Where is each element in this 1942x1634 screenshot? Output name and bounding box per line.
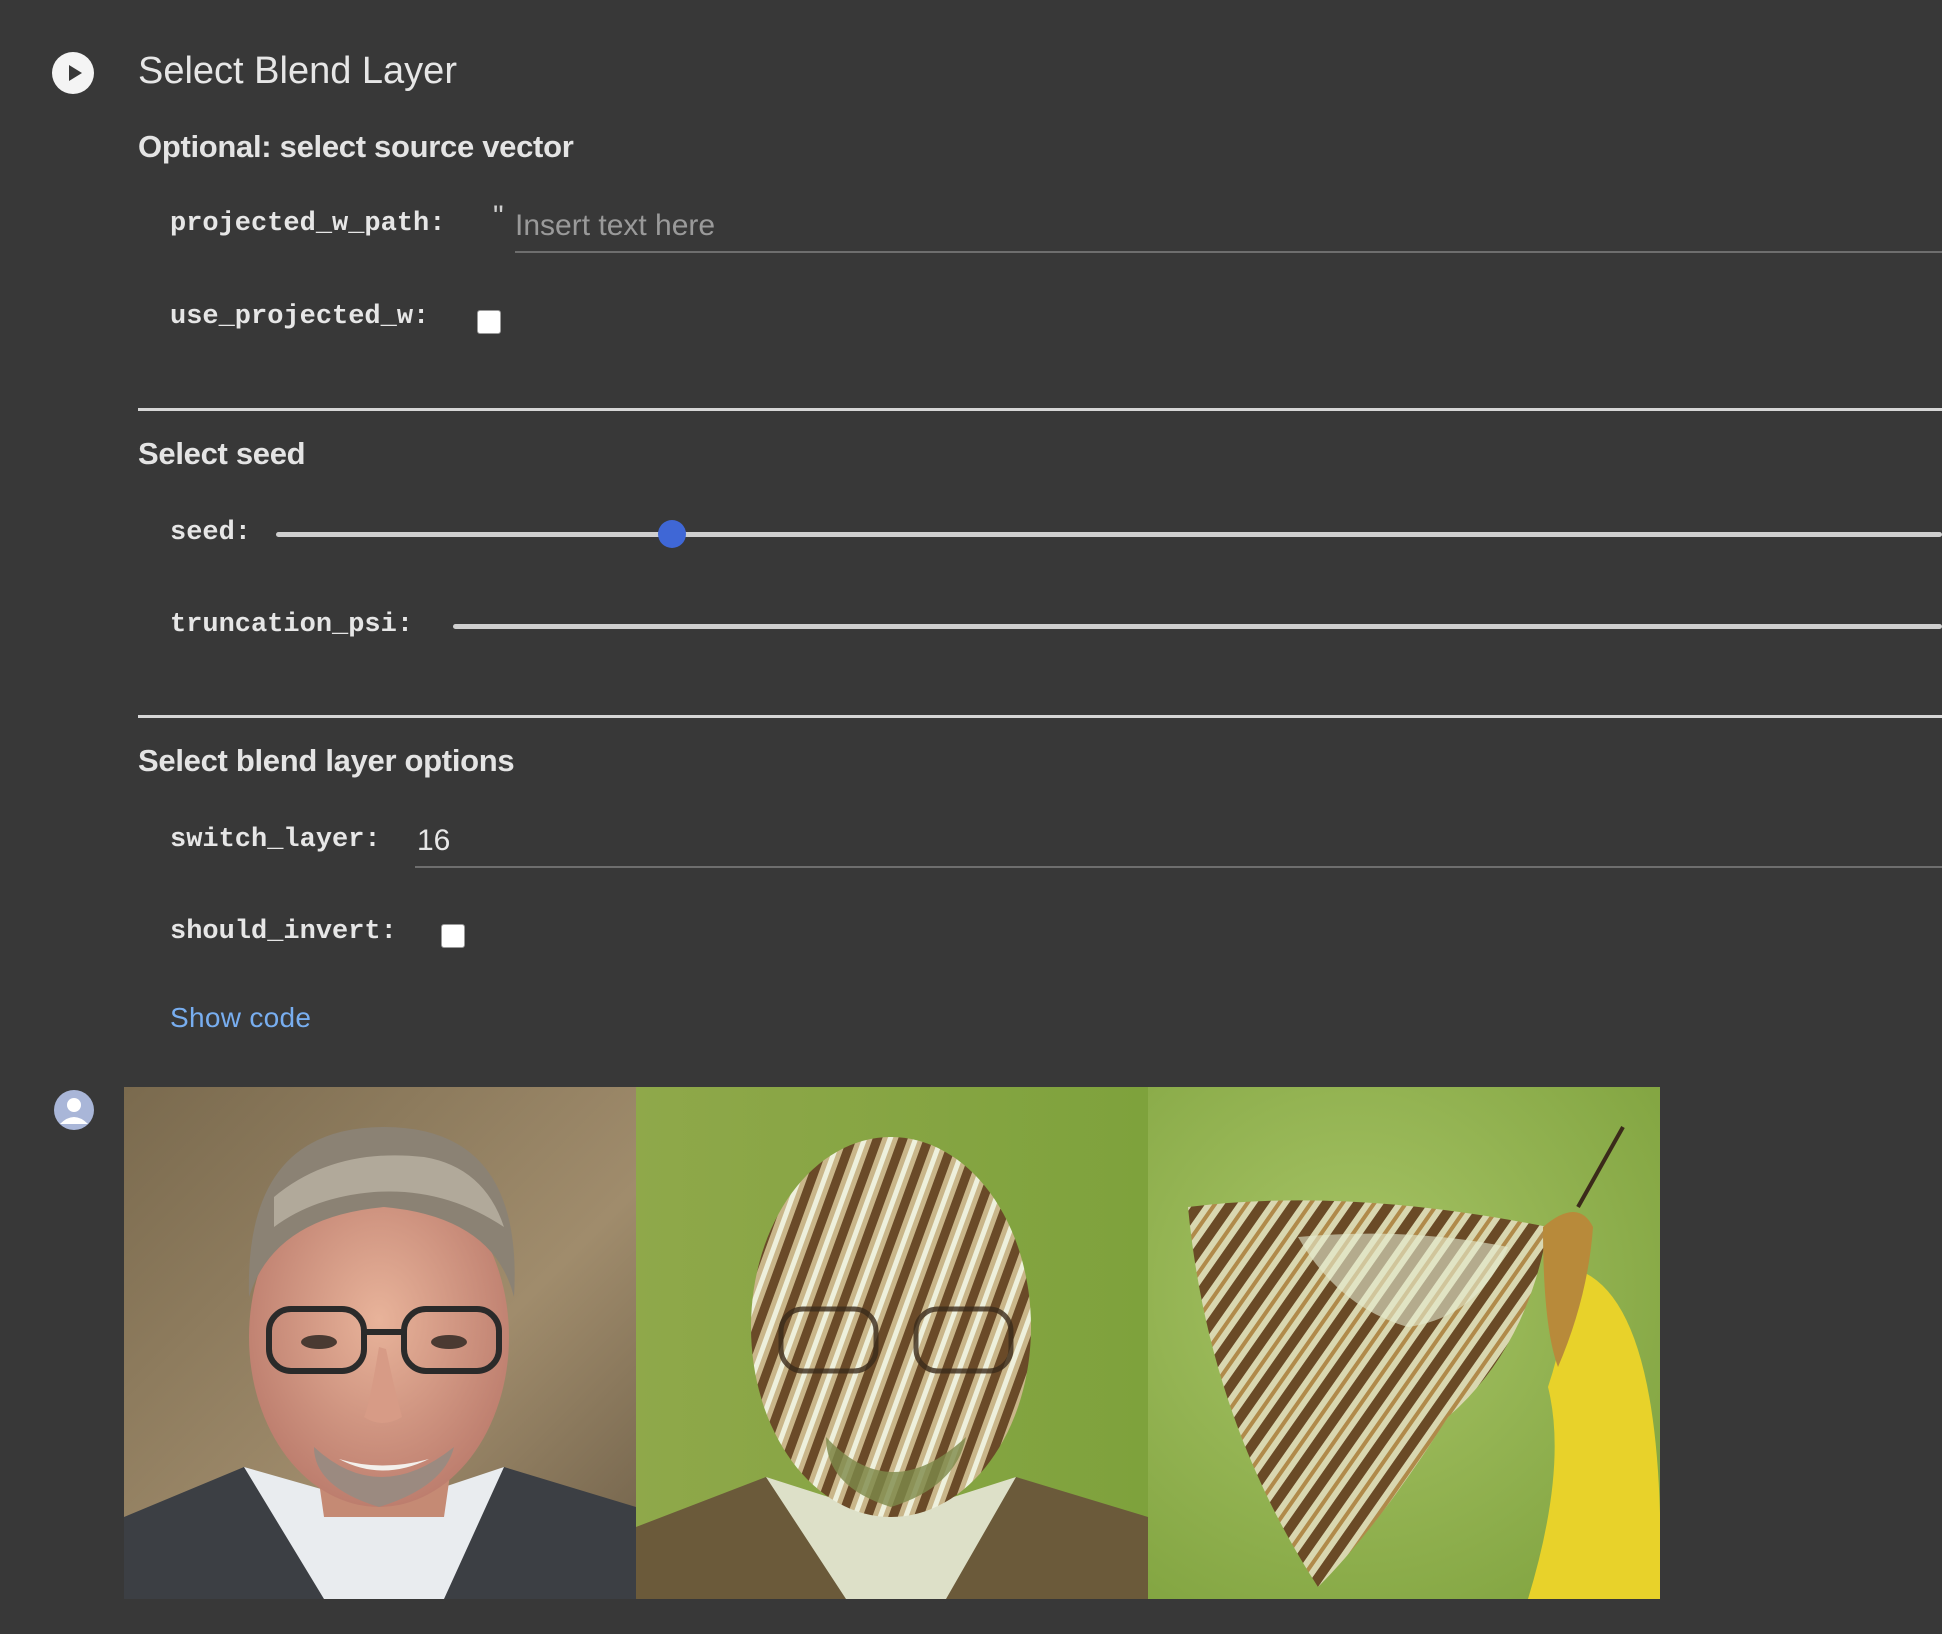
run-cell-button[interactable] [52,52,94,94]
section-divider [138,408,1942,411]
projected-w-path-label: projected_w_path: [170,209,446,239]
use-projected-w-label: use_projected_w: [170,302,430,332]
should-invert-label: should_invert: [170,917,397,947]
string-quote-mark: " [493,200,504,233]
section-heading-source: Optional: select source vector [138,129,574,164]
section-heading-blend: Select blend layer options [138,743,515,778]
seed-slider-track[interactable] [276,532,1942,537]
truncation-psi-slider-track[interactable] [453,624,1942,629]
cell-title: Select Blend Layer [138,50,457,92]
show-code-link[interactable]: Show code [170,1002,311,1034]
face-photo [124,1087,636,1599]
output-image [124,1087,1660,1599]
use-projected-w-checkbox[interactable] [477,310,501,334]
switch-layer-input[interactable] [415,820,1942,868]
switch-layer-label: switch_layer: [170,825,381,855]
blended-face-butterfly [636,1087,1148,1599]
section-divider [138,715,1942,718]
should-invert-checkbox[interactable] [441,924,465,948]
avatar-icon [54,1090,94,1130]
seed-label: seed: [170,518,252,548]
play-icon [69,65,82,81]
truncation-psi-label: truncation_psi: [170,610,414,640]
section-heading-seed: Select seed [138,436,306,471]
projected-w-path-input[interactable] [515,205,1942,253]
butterfly-photo [1148,1087,1660,1599]
seed-slider-thumb[interactable] [658,520,686,548]
